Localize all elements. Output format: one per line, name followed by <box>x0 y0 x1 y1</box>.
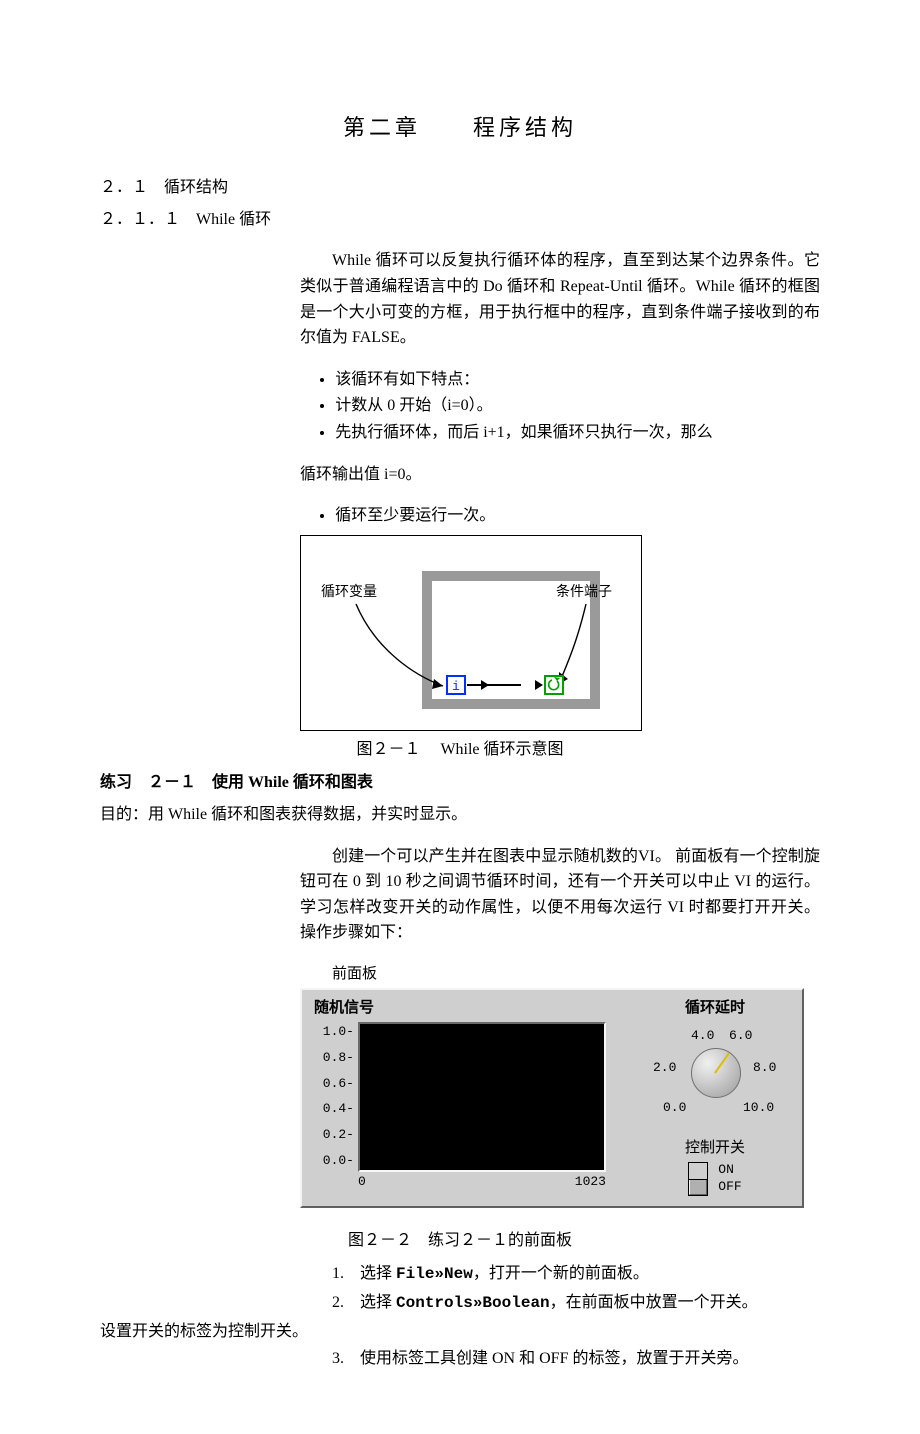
ytick: 0.8- <box>323 1048 354 1069</box>
delay-knob[interactable]: 4.0 6.0 2.0 8.0 0.0 10.0 <box>645 1022 785 1122</box>
figure-2-2: 前面板 随机信号 1.0- 0.8- 0.6- 0.4- 0.2- 0.0- 0… <box>300 962 804 1208</box>
intro-paragraph-2: 创建一个可以产生并在图表中显示随机数的VI。 前面板有一个控制旋钮可在 0 到 … <box>300 844 820 946</box>
i-terminal-letter: i <box>452 679 460 694</box>
bullet-count: 计数从 0 开始（i=0）。 <box>335 393 820 419</box>
control-switch[interactable] <box>688 1162 708 1196</box>
step-2-menu: Controls»Boolean <box>396 1294 550 1312</box>
ytick: 0.6- <box>323 1074 354 1095</box>
procedure-steps: 1. 选择 File»New，打开一个新的前面板。 2. 选择 Controls… <box>300 1261 820 1371</box>
step-2: 2. 选择 Controls»Boolean，在前面板中放置一个开关。 <box>300 1290 820 1317</box>
chart-title: 随机信号 <box>314 996 608 1020</box>
switch-labels: ON OFF <box>718 1162 741 1196</box>
ytick: 0.2- <box>323 1125 354 1146</box>
figure-2-2-caption: 图２－２ 练习２－１的前面板 <box>100 1228 820 1254</box>
knob-tick-4: 4.0 <box>691 1026 714 1047</box>
figure-2-1-caption: 图２－１ While 循环示意图 <box>100 737 820 763</box>
feature-bullets-2: 循环至少要运行一次。 <box>300 503 820 529</box>
ytick: 1.0- <box>323 1022 354 1043</box>
ytick: 0.4- <box>323 1099 354 1120</box>
chart-plot-area <box>358 1022 606 1172</box>
exercise-purpose: 目的：用 While 循环和图表获得数据，并实时显示。 <box>100 802 820 828</box>
feature-bullets: 该循环有如下特点： 计数从 0 开始（i=0）。 先执行循环体，而后 i+1，如… <box>300 367 820 446</box>
bullet-features: 该循环有如下特点： <box>335 367 820 393</box>
bullet-once: 循环至少要运行一次。 <box>335 503 820 529</box>
chart-x-axis: 0 1023 <box>358 1172 606 1193</box>
intro-paragraph-1: While 循环可以反复执行循环体的程序，直至到达某个边界条件。它类似于普通编程… <box>300 248 820 350</box>
knob-tick-8: 8.0 <box>753 1058 776 1079</box>
step-1: 1. 选择 File»New，打开一个新的前面板。 <box>300 1261 820 1288</box>
knob-tick-10: 10.0 <box>743 1098 774 1119</box>
chart-y-axis: 1.0- 0.8- 0.6- 0.4- 0.2- 0.0- <box>312 1022 358 1172</box>
chapter-title: 第二章 程序结构 <box>100 110 820 145</box>
knob-tick-0: 0.0 <box>663 1098 686 1119</box>
step-2-lead: 2. 选择 <box>332 1294 396 1311</box>
switch-thumb <box>689 1179 707 1195</box>
bullet-exec-tail: 循环输出值 i=0。 <box>300 462 820 488</box>
figure-2-1: 循环变量 条件端子 i <box>300 535 642 731</box>
step-1-tail: ，打开一个新的前面板。 <box>473 1265 649 1282</box>
switch-title: 控制开关 <box>685 1136 745 1160</box>
waveform-chart: 随机信号 1.0- 0.8- 0.6- 0.4- 0.2- 0.0- 0 102… <box>312 996 608 1196</box>
step-2-tail: ，在前面板中放置一个开关。 <box>550 1294 758 1311</box>
knob-title: 循环延时 <box>685 996 745 1020</box>
step-2-tail-line: 设置开关的标签为控制开关。 <box>100 1319 820 1345</box>
front-panel: 随机信号 1.0- 0.8- 0.6- 0.4- 0.2- 0.0- 0 102… <box>300 988 804 1208</box>
ytick: 0.0- <box>323 1151 354 1172</box>
step-1-lead: 1. 选择 <box>332 1265 396 1282</box>
exercise-2-1-title: 练习 ２－１ 使用 While 循环和图表 <box>100 770 820 796</box>
section-2-1-1: ２．１．１ While 循环 <box>100 207 820 233</box>
cond-terminal-label: 条件端子 <box>556 583 612 600</box>
xtick: 1023 <box>575 1172 606 1193</box>
step-3: 3. 使用标签工具创建 ON 和 OFF 的标签，放置于开关旁。 <box>300 1346 820 1372</box>
loop-var-label: 循环变量 <box>321 584 377 600</box>
while-loop-diagram: 循环变量 条件端子 i <box>321 556 621 716</box>
front-panel-label: 前面板 <box>332 962 804 986</box>
section-2-1: ２．１ 循环结构 <box>100 175 820 201</box>
step-1-menu: File»New <box>396 1265 473 1283</box>
knob-tick-2: 2.0 <box>653 1058 676 1079</box>
xtick: 0 <box>358 1172 366 1193</box>
bullet-exec-lead: 先执行循环体，而后 i+1，如果循环只执行一次，那么 <box>335 420 820 446</box>
switch-on-label: ON <box>718 1162 741 1179</box>
knob-tick-6: 6.0 <box>729 1026 752 1047</box>
switch-off-label: OFF <box>718 1179 741 1196</box>
